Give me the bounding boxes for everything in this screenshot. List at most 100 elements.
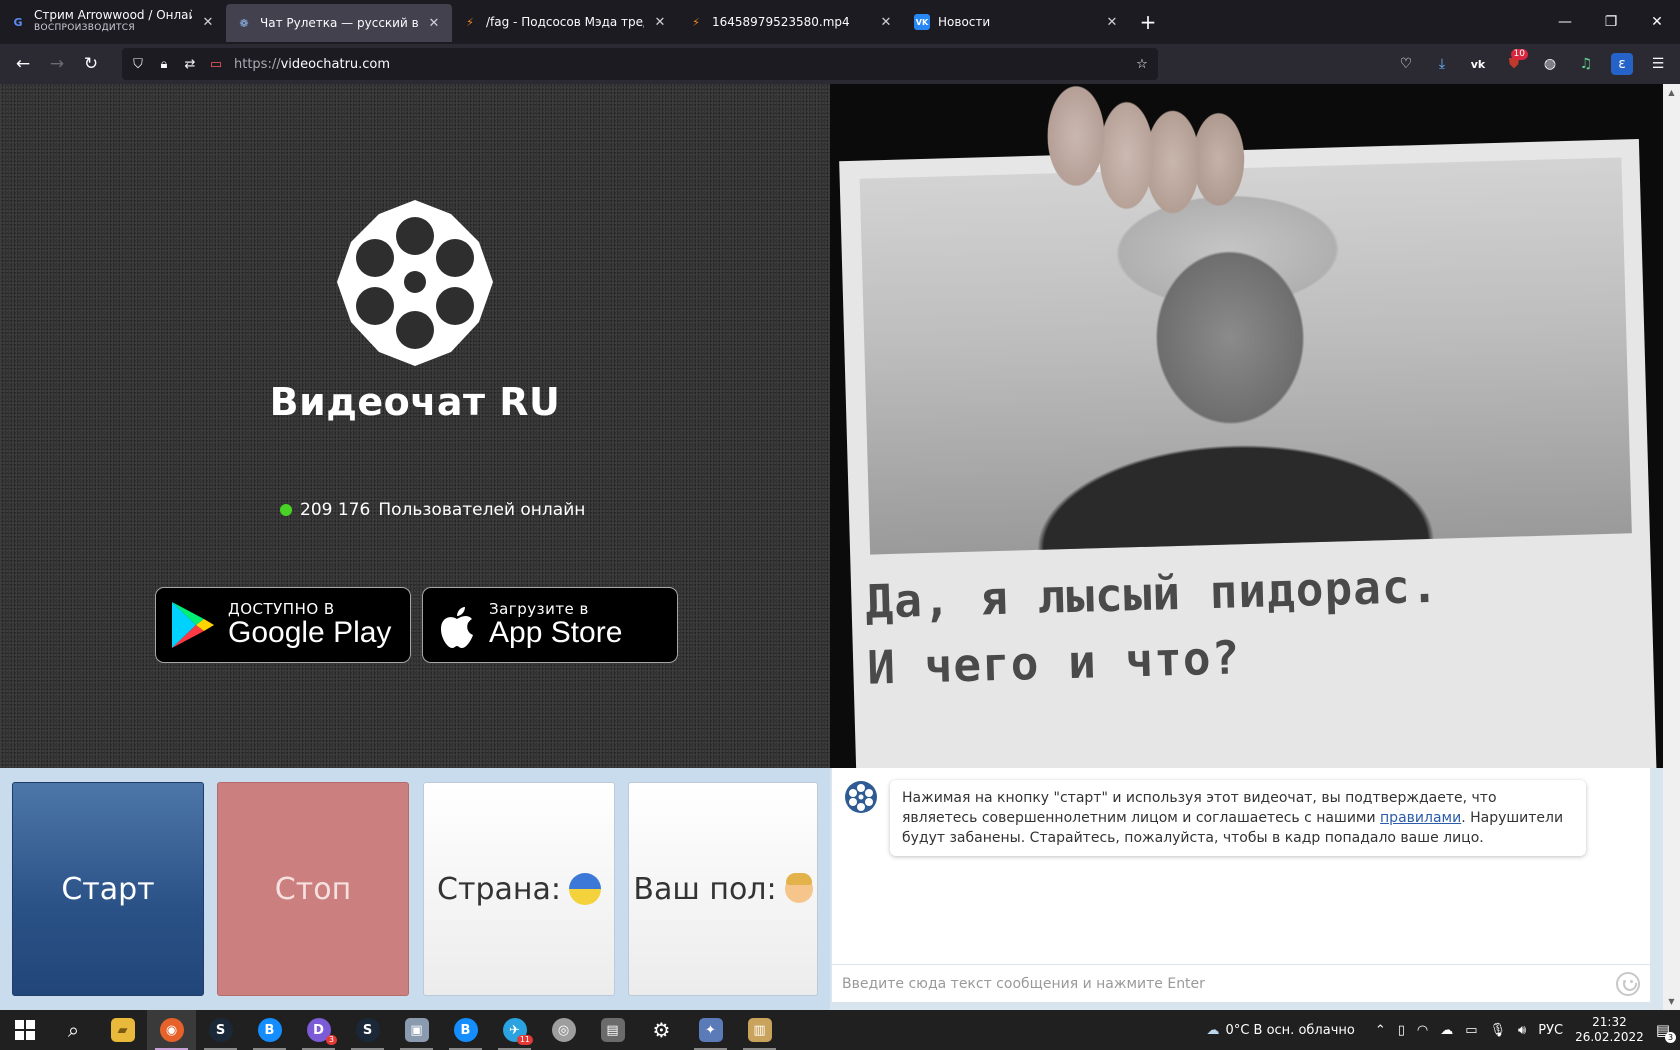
new-tab-button[interactable]: + bbox=[1130, 0, 1166, 44]
rules-link[interactable]: правилами bbox=[1380, 810, 1461, 826]
tab-fag-thread[interactable]: ⚡ /fag - Подсосов Мэда тред № ✕ bbox=[452, 0, 678, 44]
taskbar-steam-2[interactable]: S bbox=[343, 1010, 392, 1050]
taskbar-settings[interactable]: ⚙ bbox=[637, 1010, 686, 1050]
own-video-placeholder: Видеочат RU 209 176 Пользователей онлайн… bbox=[0, 84, 830, 768]
url-bar[interactable]: ⛉ 🔒︎ ⇄ ▭ https://videochatru.com ☆ bbox=[122, 48, 1158, 80]
taskbar-file-explorer[interactable]: ▰ bbox=[98, 1010, 147, 1050]
back-button[interactable]: ← bbox=[6, 48, 40, 80]
ukraine-flag-icon bbox=[568, 873, 601, 905]
chat-input-bar bbox=[832, 964, 1650, 1002]
microphone-icon[interactable]: 🎙︎ bbox=[1490, 1023, 1507, 1038]
ublock-icon[interactable]: ⛊ 10 bbox=[1498, 48, 1530, 80]
network-icon[interactable]: ▭ bbox=[1465, 1023, 1477, 1038]
brand-title: Видеочат RU bbox=[269, 380, 561, 424]
close-icon[interactable]: ✕ bbox=[200, 15, 216, 30]
tab-label: Новости bbox=[938, 15, 991, 29]
tab-label: Чат Рулетка — русский видео bbox=[260, 16, 418, 30]
image-viewer-icon: ▣ bbox=[404, 1018, 429, 1042]
tab-bar: G Стрим Arrowwood / Онлайн-т ВОСПРОИЗВОД… bbox=[0, 0, 1680, 44]
close-window-button[interactable]: ✕ bbox=[1634, 0, 1680, 44]
camera-icon[interactable]: ▭ bbox=[208, 56, 224, 72]
tab-vk-news[interactable]: VK Новости ✕ bbox=[904, 0, 1130, 44]
close-icon[interactable]: ✕ bbox=[426, 16, 442, 31]
scroll-down-icon[interactable]: ▼ bbox=[1663, 993, 1680, 1010]
chat-message-input[interactable] bbox=[842, 975, 1616, 992]
taskbar-app[interactable]: ✦ bbox=[686, 1010, 735, 1050]
menu-icon[interactable]: ☰ bbox=[1642, 48, 1674, 80]
music-icon[interactable]: ♫ bbox=[1570, 48, 1602, 80]
forward-button[interactable]: → bbox=[40, 48, 74, 80]
stop-button[interactable]: Стоп bbox=[217, 782, 409, 996]
search-icon: ⌕ bbox=[67, 1018, 80, 1042]
onedrive-icon[interactable]: ☁ bbox=[1440, 1023, 1453, 1038]
notification-button[interactable]: ▤ 3 bbox=[1656, 1021, 1676, 1043]
permissions-icon[interactable]: ⇄ bbox=[182, 56, 198, 72]
maximize-button[interactable]: ❐ bbox=[1588, 0, 1634, 44]
lock-icon[interactable]: 🔒︎ bbox=[156, 56, 172, 72]
taskbar-tool[interactable]: ▥ bbox=[735, 1010, 784, 1050]
shield-icon[interactable]: ⛉ bbox=[130, 56, 146, 72]
taskbar-battlenet[interactable]: B bbox=[245, 1010, 294, 1050]
search-button[interactable]: ⌕ bbox=[49, 1010, 98, 1050]
pocket-icon[interactable]: ♡ bbox=[1390, 48, 1422, 80]
close-icon[interactable]: ✕ bbox=[1104, 15, 1120, 30]
device-icon[interactable]: ▯ bbox=[1398, 1023, 1405, 1038]
tab-favicon-icon: ❁ bbox=[239, 16, 249, 30]
wifi-icon[interactable]: ◠ bbox=[1417, 1023, 1428, 1038]
system-tray: ☁ 0°C В осн. облачно ⌃ ▯ ◠ ☁ ▭ 🎙︎ 🔊︎ РУС… bbox=[1207, 1015, 1680, 1045]
navigation-toolbar: ← → ↻ ⛉ 🔒︎ ⇄ ▭ https://videochatru.com ☆… bbox=[0, 44, 1680, 84]
tab-stream[interactable]: G Стрим Arrowwood / Онлайн-т ВОСПРОИЗВОД… bbox=[0, 0, 226, 44]
country-selector[interactable]: Страна: bbox=[423, 782, 615, 996]
apple-icon bbox=[441, 607, 473, 648]
steam-2-icon: S bbox=[355, 1018, 380, 1042]
taskbar-discord[interactable]: D3 bbox=[294, 1010, 343, 1050]
start-button[interactable]: Старт bbox=[12, 782, 204, 996]
google-play-text: ДОСТУПНО В Google Play bbox=[228, 600, 392, 649]
app-icon: ✦ bbox=[698, 1018, 723, 1042]
translate-icon[interactable]: ε bbox=[1611, 53, 1633, 75]
taskbar-disc-app[interactable]: ◎ bbox=[539, 1010, 588, 1050]
close-icon[interactable]: ✕ bbox=[878, 15, 894, 30]
tab-videochat[interactable]: ❁ Чат Рулетка — русский видео ✕ bbox=[226, 4, 452, 42]
tab-video-file[interactable]: ⚡ 16458979523580.mp4 ✕ bbox=[678, 0, 904, 44]
download-icon[interactable]: ⤓ bbox=[1426, 48, 1458, 80]
google-play-button[interactable]: ДОСТУПНО В Google Play bbox=[155, 587, 411, 663]
country-label: Страна: bbox=[437, 871, 561, 907]
start-menu-button[interactable] bbox=[0, 1010, 49, 1050]
volume-icon[interactable]: 🔊︎ bbox=[1518, 1023, 1526, 1038]
windows-taskbar: ⌕ ▰ ◉ S B D3 S ▣ B ✈ 11 ◎ ▤ ⚙ ✦ ▥ ☁ 0°C В… bbox=[0, 1010, 1680, 1050]
taskbar-battlenet-2[interactable]: B bbox=[441, 1010, 490, 1050]
app-store-button[interactable]: Загрузите в App Store bbox=[422, 587, 678, 663]
vk-extension-icon[interactable]: vk bbox=[1462, 48, 1494, 80]
close-icon[interactable]: ✕ bbox=[652, 15, 668, 30]
google-play-icon bbox=[172, 602, 214, 648]
minimize-button[interactable]: — bbox=[1542, 0, 1588, 44]
gender-selector[interactable]: Ваш пол: bbox=[628, 782, 818, 996]
taskbar-image-viewer[interactable]: ▣ bbox=[392, 1010, 441, 1050]
online-label: Пользователей онлайн bbox=[378, 500, 586, 520]
clock[interactable]: 21:32 26.02.2022 bbox=[1575, 1015, 1644, 1045]
partner-sign-photo bbox=[859, 157, 1632, 555]
disc-icon: ◎ bbox=[551, 1018, 576, 1042]
url-text[interactable]: https://videochatru.com bbox=[234, 57, 1124, 72]
language-indicator[interactable]: РУС bbox=[1538, 1023, 1563, 1038]
partner-sign-paper: Да, я лысый пидорас. И чего и что? bbox=[839, 138, 1657, 768]
chevron-up-icon[interactable]: ⌃ bbox=[1375, 1023, 1386, 1038]
emoji-smile-icon[interactable] bbox=[1616, 971, 1640, 996]
tab-label: 16458979523580.mp4 bbox=[712, 15, 850, 29]
scroll-up-icon[interactable]: ▲ bbox=[1663, 84, 1680, 101]
taskbar-installer[interactable]: ▤ bbox=[588, 1010, 637, 1050]
globe-icon[interactable]: ◍ bbox=[1534, 48, 1566, 80]
taskbar-telegram[interactable]: ✈ 11 bbox=[490, 1010, 539, 1050]
reload-button[interactable]: ↻ bbox=[74, 48, 108, 80]
chat-system-notice: Нажимая на кнопку "старт" и используя эт… bbox=[890, 780, 1586, 856]
steam-icon: S bbox=[208, 1018, 233, 1042]
weather-widget[interactable]: ☁ 0°C В осн. облачно bbox=[1207, 1023, 1355, 1038]
page-content: Видеочат RU 209 176 Пользователей онлайн… bbox=[0, 84, 1680, 1010]
taskbar-firefox[interactable]: ◉ bbox=[147, 1010, 196, 1050]
app-store-text: Загрузите в App Store bbox=[489, 600, 623, 649]
taskbar-steam[interactable]: S bbox=[196, 1010, 245, 1050]
bookmark-star-icon[interactable]: ☆ bbox=[1134, 56, 1150, 72]
installer-icon: ▤ bbox=[600, 1018, 625, 1042]
page-scrollbar[interactable]: ▲ ▼ bbox=[1663, 84, 1680, 1010]
